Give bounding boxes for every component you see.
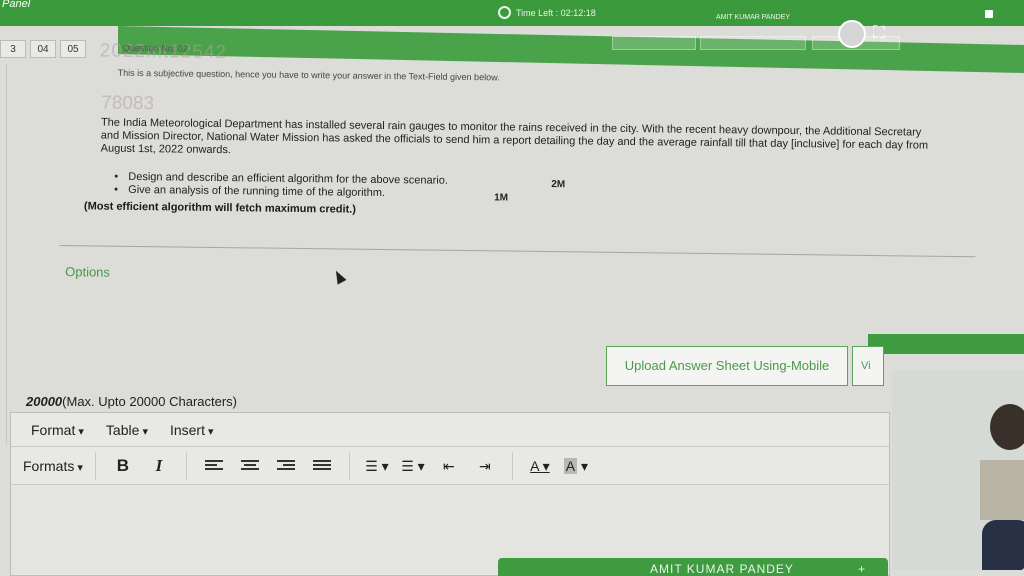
marks-label: 2M [551,179,566,191]
italic-button[interactable]: I [144,452,174,480]
timer: Time Left : 02:12:18 [498,6,596,19]
side-green-tab [868,334,1024,354]
question-text: The India Meteorological Department has … [100,116,929,157]
bullet-text: Give an analysis of the running time of … [128,183,386,200]
left-divider [6,64,7,444]
text-color-button[interactable]: A ▾ [525,452,555,480]
clock-icon [498,6,511,19]
align-center-button[interactable] [235,452,265,480]
bottom-user-bar[interactable]: AMIT KUMAR PANDEY + [498,558,888,576]
timer-label: Time Left : 02:12:18 [516,7,596,18]
credit-note: (Most efficient algorithm will fetch max… [83,200,357,216]
outdent-icon: ⇤ [443,457,455,474]
align-left-button[interactable] [199,452,229,480]
align-right-icon [276,459,295,474]
marks-label: 1M [494,192,509,204]
question-bullets: • Design and describe an efficient algori… [114,171,448,201]
plus-icon[interactable]: + [858,558,866,576]
character-limit: 20000(Max. Upto 20000 Characters) [26,394,237,409]
answer-editor: Format Table Insert Formats B I ☰ ▾ ☰ ▾ … [10,412,890,576]
question-nav-item[interactable]: 3 [0,40,26,58]
text-color-icon: A [530,457,539,474]
view-button[interactable]: Vi [852,346,884,386]
bottom-user-name: AMIT KUMAR PANDEY [650,562,794,576]
question-navigation: 3 04 05 [0,40,86,58]
justify-icon [312,459,331,474]
numbered-list-icon: ☰ ▾ [401,457,425,474]
user-name: AMIT KUMAR PANDEY [716,14,791,21]
mouse-cursor-icon [331,268,347,285]
toolbar-separator [511,451,513,480]
question-number: Question No: 02 [122,42,189,54]
menu-insert[interactable]: Insert [170,422,214,438]
indent-button[interactable]: ⇥ [470,452,500,480]
avatar[interactable] [838,20,866,48]
webcam-shelf [980,460,1024,520]
header-tab[interactable] [700,36,806,50]
formats-dropdown[interactable]: Formats [23,452,83,480]
menu-table[interactable]: Table [106,422,148,438]
fullscreen-icon[interactable]: ⛶ [868,22,890,44]
align-left-icon [204,459,223,474]
editor-menubar: Format Table Insert [11,413,889,447]
indent-icon: ⇥ [479,457,491,474]
menu-icon[interactable] [985,10,993,18]
upload-answer-sheet-button[interactable]: Upload Answer Sheet Using-Mobile [606,346,848,386]
brand-label: Panel [2,0,31,10]
toolbar-separator [185,451,187,480]
webcam-person-body [982,520,1024,570]
divider [59,245,976,258]
question-nav-item[interactable]: 05 [60,40,86,58]
bullet-list-icon: ☰ ▾ [365,457,389,474]
justify-button[interactable] [307,452,337,480]
subjective-note: This is a subjective question, hence you… [117,67,500,83]
background-color-button[interactable]: A ▾ [561,452,591,480]
header-tab[interactable] [612,36,696,50]
editor-toolbar: Formats B I ☰ ▾ ☰ ▾ ⇤ ⇥ A ▾ A ▾ [11,447,889,485]
background-color-icon: A [563,457,578,474]
options-label: Options [65,264,111,280]
align-center-icon [240,459,259,474]
numbered-list-button[interactable]: ☰ ▾ [398,452,428,480]
webcam-preview [892,370,1024,570]
character-limit-text: (Max. Upto 20000 Characters) [62,394,238,409]
align-right-button[interactable] [271,452,301,480]
outdent-button[interactable]: ⇤ [434,452,464,480]
character-limit-value: 20000 [26,394,63,409]
toolbar-separator [94,451,96,480]
bold-button[interactable]: B [108,452,138,480]
toolbar-separator [348,451,350,480]
bullet-list-button[interactable]: ☰ ▾ [362,452,392,480]
menu-format[interactable]: Format [31,422,84,438]
watermark: 78083 [101,92,155,115]
webcam-person-head [990,404,1024,450]
question-nav-item[interactable]: 04 [30,40,56,58]
